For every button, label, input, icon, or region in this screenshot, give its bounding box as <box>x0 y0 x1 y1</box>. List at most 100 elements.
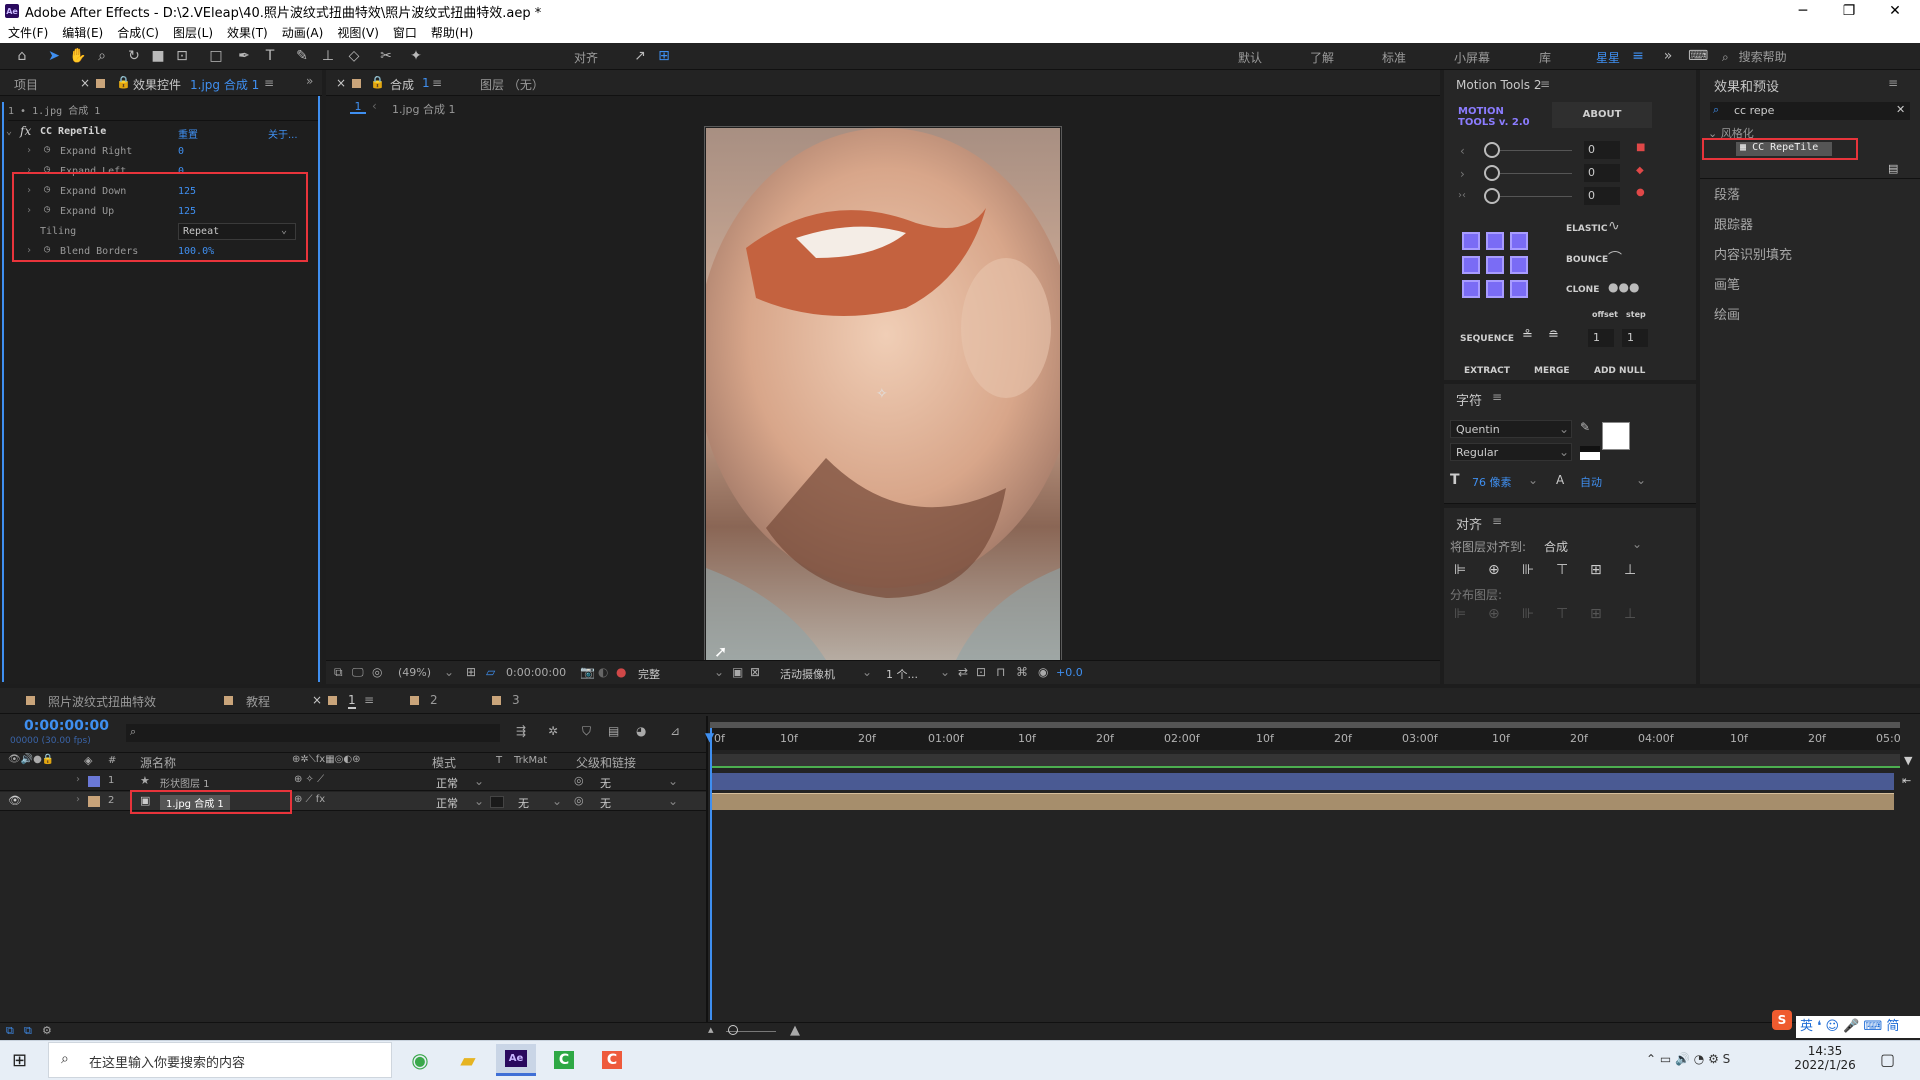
pickwhip-icon[interactable]: ◎ <box>574 794 584 807</box>
layer-switches-icon[interactable]: ⊕ ✧ ⟋ <box>294 774 324 785</box>
help-search[interactable]: ⌕ 搜索帮助 <box>1722 48 1912 66</box>
about-button[interactable]: ABOUT <box>1552 102 1652 128</box>
extract-button[interactable]: EXTRACT <box>1464 366 1510 376</box>
close-button[interactable]: ✕ <box>1872 0 1918 22</box>
panel-paint[interactable]: 绘画 <box>1714 304 1740 323</box>
chevron-down-icon[interactable]: ⌄ <box>862 665 872 679</box>
merge-button[interactable]: MERGE <box>1534 366 1570 376</box>
slider-track[interactable] <box>1500 173 1572 174</box>
anchor-grid-cell[interactable] <box>1486 256 1504 274</box>
shy-layers-icon[interactable]: ⛉ <box>582 724 591 739</box>
distribute-left-icon[interactable]: ⊤ <box>1556 606 1568 622</box>
rotate-tool-icon[interactable]: ↻ <box>124 47 144 65</box>
sequence-button[interactable]: SEQUENCE <box>1460 334 1514 344</box>
layer-bar-shape[interactable] <box>712 773 1894 790</box>
eraser-tool-icon[interactable]: ◇ <box>344 47 364 65</box>
close-tab-icon[interactable]: × <box>312 693 322 707</box>
add-null-button[interactable]: ADD NULL <box>1594 366 1645 376</box>
tab-effect-target[interactable]: 1.jpg 合成 1 <box>190 76 259 93</box>
comp-marker-icon[interactable]: ▼ <box>1904 754 1912 767</box>
align-left-icon[interactable]: ⊫ <box>1454 562 1466 578</box>
layer-search-input[interactable]: ⌕ <box>126 724 500 742</box>
chevron-down-icon[interactable]: ⌄ <box>552 794 562 808</box>
label-color-swatch[interactable] <box>88 796 100 807</box>
notification-icon[interactable]: ▢ <box>1880 1050 1895 1069</box>
label-color-swatch[interactable] <box>88 776 100 787</box>
comp-flowchart-icon[interactable]: ⇶ <box>516 724 526 738</box>
font-style-dropdown[interactable]: Regular ⌄ <box>1450 443 1572 461</box>
zoom-value[interactable]: (49%) <box>398 666 431 679</box>
motion-blur-icon[interactable]: ◕ <box>636 724 646 738</box>
chevron-down-icon[interactable]: ⌄ <box>474 794 484 808</box>
clone-button[interactable]: CLONE <box>1566 285 1599 295</box>
tab-composition-number[interactable]: 1 <box>422 76 430 90</box>
anchor-grid-cell[interactable] <box>1510 256 1528 274</box>
tab-layer[interactable]: 图层 （无） <box>480 76 544 93</box>
slider-value-input[interactable]: 0 <box>1584 187 1620 205</box>
browser-app-icon[interactable]: ◉ <box>400 1044 440 1076</box>
workspace-standard[interactable]: 标准 <box>1382 49 1406 66</box>
panel-menu-icon[interactable]: ≡ <box>264 76 274 90</box>
graph-editor-icon[interactable]: ⊿ <box>670 724 680 738</box>
timeline-tab-tutorial[interactable]: 教程 <box>246 693 270 710</box>
parent-header[interactable]: 父级和链接 <box>576 754 636 771</box>
expand-arrow-icon[interactable]: ⌄ <box>6 126 12 137</box>
menu-animation[interactable]: 动画(A) <box>282 24 324 41</box>
reset-link[interactable]: 重置 <box>178 126 198 141</box>
panel-menu-icon[interactable]: ≡ <box>432 76 442 90</box>
table-row[interactable]: 👁 › 2 ▣ 1.jpg 合成 1 ⊕ ⟋ fx 正常 ⌄ 无 ⌄ ◎ 无 ⌄ <box>0 792 706 811</box>
fill-color-swatch[interactable] <box>1602 422 1630 450</box>
views-value[interactable]: 1 个... <box>886 666 918 682</box>
font-family-dropdown[interactable]: Quentin ⌄ <box>1450 420 1572 438</box>
expand-arrow-icon[interactable]: › <box>76 794 80 805</box>
menu-file[interactable]: 文件(F) <box>8 24 48 41</box>
elastic-button[interactable]: ELASTIC <box>1566 224 1607 234</box>
menu-view[interactable]: 视图(V) <box>337 24 379 41</box>
exposure-value[interactable]: +0.0 <box>1056 666 1083 679</box>
toggle-view-icon[interactable]: ⇄ <box>958 665 968 679</box>
panel-menu-icon[interactable]: ≡ <box>1492 390 1502 404</box>
zoom-tool-icon[interactable]: ⌕ <box>92 47 112 65</box>
stroke-color-swatch[interactable] <box>1580 446 1600 460</box>
puppet-tool-icon[interactable]: ✦ <box>406 47 426 65</box>
preserve-transparency-checkbox[interactable] <box>490 796 504 808</box>
timeline-tab-main[interactable]: 照片波纹式扭曲特效 <box>48 693 156 710</box>
modes-toggle-icon[interactable]: ⧉ <box>24 1024 32 1038</box>
workspace-default[interactable]: 默认 <box>1238 49 1262 66</box>
roto-brush-tool-icon[interactable]: ✂ <box>376 47 396 65</box>
zoom-slider-knob[interactable] <box>728 1025 738 1035</box>
clone-stamp-tool-icon[interactable]: ⊥ <box>318 47 338 65</box>
effects-search-input[interactable]: ⌕ cc repe ✕ <box>1710 102 1910 120</box>
safe-zones-icon[interactable]: ▱ <box>486 665 495 679</box>
playhead-icon[interactable]: ▼ <box>705 730 714 744</box>
preview-icon[interactable]: ◎ <box>372 665 382 679</box>
distribute-bottom-icon[interactable]: ⊪ <box>1522 606 1534 622</box>
fast-preview-icon[interactable]: ⊓ <box>996 665 1005 679</box>
anchor-grid-cell[interactable] <box>1462 256 1480 274</box>
keyframe-diamond-icon[interactable]: ◆ <box>1636 165 1644 176</box>
slider-knob[interactable] <box>1484 142 1500 158</box>
panel-menu-icon[interactable]: ≡ <box>1492 514 1502 528</box>
elastic-wave-icon[interactable]: ∿ <box>1608 218 1620 234</box>
camtasia-recorder-icon[interactable]: C <box>592 1044 632 1076</box>
panel-tracker[interactable]: 跟踪器 <box>1714 214 1753 233</box>
resolution-value[interactable]: 完整 <box>638 666 660 682</box>
comp-crumb-number[interactable]: 1 <box>350 100 366 114</box>
chevron-down-icon[interactable]: ⌄ <box>714 665 724 679</box>
comp-button-icon[interactable]: ⇤ <box>1902 774 1911 787</box>
new-preset-icon[interactable]: ▤ <box>1888 162 1898 175</box>
align-right-icon[interactable]: ⊪ <box>1522 562 1534 578</box>
timeline-timecode[interactable]: 0:00:00:00 <box>24 718 109 734</box>
source-name-header[interactable]: 源名称 <box>140 754 176 771</box>
taskbar-search-box[interactable]: ⌕ 在这里输入你要搜索的内容 <box>48 1042 392 1078</box>
align-v-center-icon[interactable]: ⊞ <box>1590 562 1602 578</box>
camera-value[interactable]: 活动摄像机 <box>780 666 835 682</box>
close-tab-icon[interactable]: × <box>336 76 346 90</box>
layer-trkmat[interactable]: 无 <box>518 795 529 811</box>
layer-parent[interactable]: 无 <box>600 795 611 811</box>
panel-menu-icon[interactable]: ≡ <box>1540 77 1550 91</box>
slider-value-input[interactable]: 0 <box>1584 141 1620 159</box>
chevron-down-icon[interactable]: ⌄ <box>1528 473 1538 487</box>
selection-tool-icon[interactable]: ➤ <box>44 47 64 65</box>
menu-edit[interactable]: 编辑(E) <box>62 24 103 41</box>
